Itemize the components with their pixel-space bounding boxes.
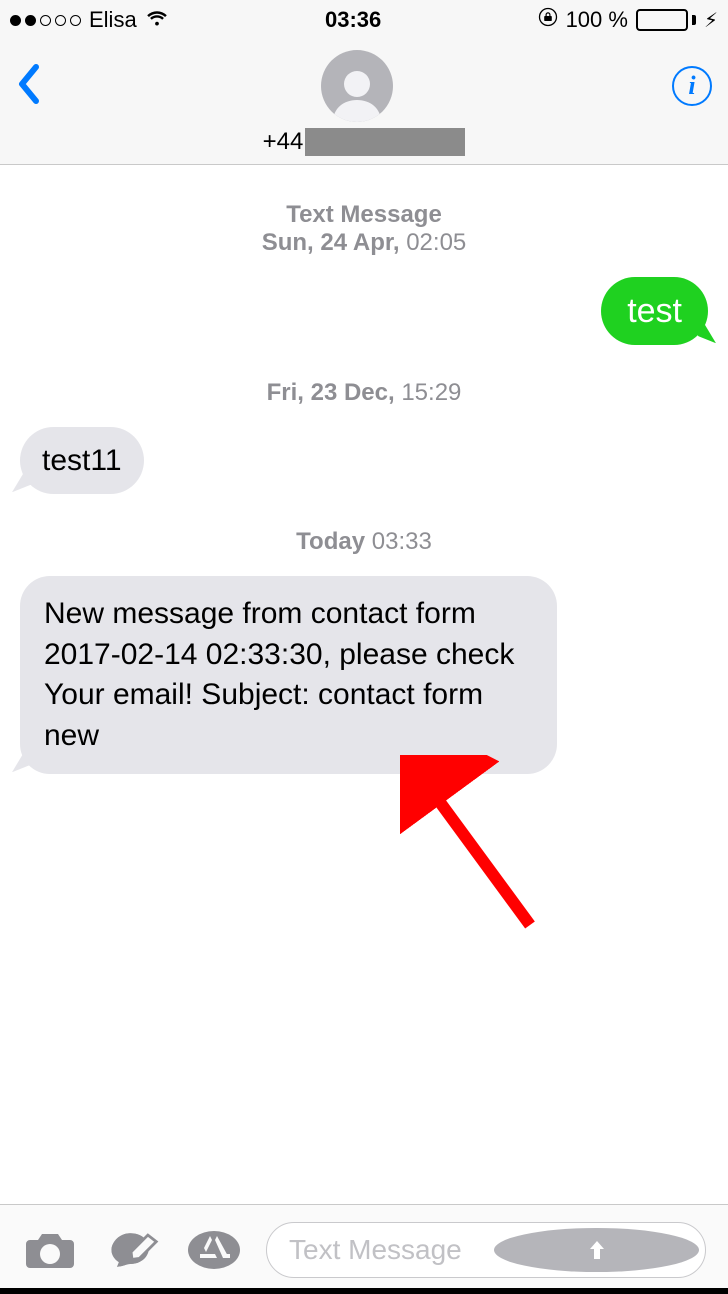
message-type-label: Text Message — [20, 201, 708, 229]
camera-icon[interactable] — [22, 1228, 78, 1272]
contact-avatar[interactable] — [321, 50, 393, 122]
message-bubble: test11 — [20, 427, 144, 494]
message-placeholder: Text Message — [289, 1234, 494, 1266]
message-outgoing[interactable]: test — [20, 277, 708, 345]
message-incoming[interactable]: New message from contact form 2017-02-14… — [20, 576, 708, 774]
phone-redacted — [305, 128, 465, 156]
app-store-icon[interactable] — [186, 1228, 242, 1272]
message-incoming[interactable]: test11 — [20, 427, 708, 494]
phone-prefix: +44 — [263, 128, 304, 156]
compose-bar: Text Message — [0, 1204, 728, 1294]
message-bubble: New message from contact form 2017-02-14… — [20, 576, 557, 774]
charging-icon: ⚡︎ — [704, 8, 718, 33]
chat-area[interactable]: Text Message Sun, 24 Apr, 02:05 test Fri… — [0, 165, 728, 1199]
send-button[interactable] — [494, 1228, 699, 1272]
nav-bar: i +44 — [0, 40, 728, 165]
wifi-icon — [145, 7, 169, 33]
rotation-lock-icon — [538, 7, 558, 33]
annotation-arrow-icon — [400, 755, 550, 940]
date-separator-2: Fri, 23 Dec, 15:29 — [20, 379, 708, 407]
status-bar: Elisa 03:36 100 % ⚡︎ — [0, 0, 728, 40]
battery-icon — [636, 9, 696, 31]
info-button[interactable]: i — [672, 66, 712, 106]
date-separator-1: Text Message Sun, 24 Apr, 02:05 — [20, 201, 708, 257]
bottom-border — [0, 1288, 728, 1294]
contact-phone[interactable]: +44 — [16, 128, 712, 156]
message-input[interactable]: Text Message — [266, 1222, 706, 1278]
back-button[interactable] — [16, 63, 42, 110]
status-time: 03:36 — [325, 7, 381, 33]
status-right: 100 % ⚡︎ — [538, 7, 718, 33]
battery-percent: 100 % — [566, 7, 628, 33]
status-left: Elisa — [10, 7, 169, 33]
carrier-label: Elisa — [89, 7, 137, 33]
digital-touch-icon[interactable] — [102, 1228, 162, 1272]
message-bubble: test — [601, 277, 708, 345]
date-separator-3: Today 03:33 — [20, 528, 708, 556]
signal-strength-icon — [10, 15, 81, 26]
